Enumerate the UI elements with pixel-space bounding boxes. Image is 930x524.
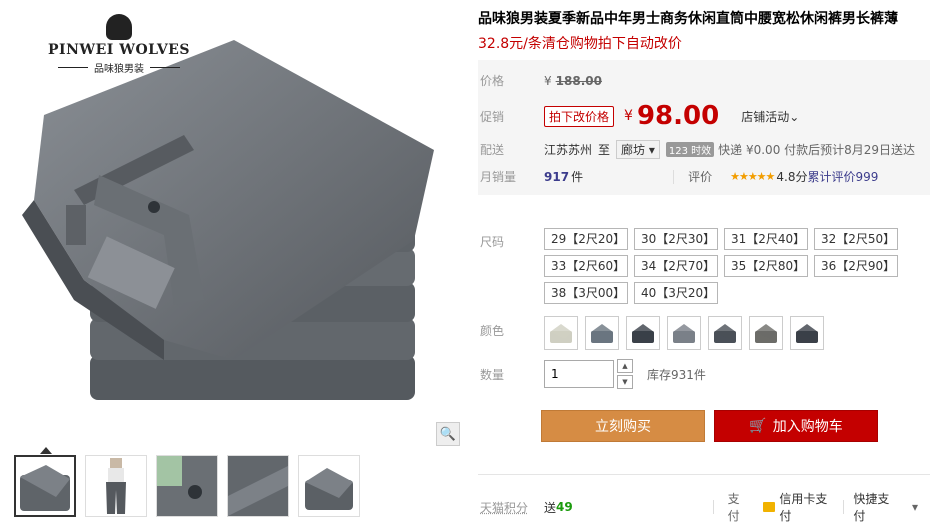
thumbnail-2[interactable] (85, 455, 147, 517)
product-title: 品味狼男装夏季新品中年男士商务休闲直筒中腰宽松休闲裤男长裤薄 (478, 11, 898, 27)
buy-now-button[interactable]: 立刻购买 (541, 410, 705, 442)
quantity-down-button[interactable]: ▼ (617, 375, 633, 389)
star-rating-icon: ★★★★★ (730, 170, 775, 183)
thumbnail-5[interactable] (298, 455, 360, 517)
pay-label: 支付 (727, 492, 740, 523)
swatch-trousers-icon (714, 324, 736, 343)
quantity-up-button[interactable]: ▲ (617, 359, 633, 373)
quantity-input[interactable] (544, 360, 614, 388)
promo-price: 98.00 (636, 101, 720, 131)
main-product-image[interactable]: PINWEI WOLVES 品味狼男装 (14, 0, 460, 443)
sales-unit: 件 (571, 170, 584, 184)
stock-count: 库存931件 (647, 367, 706, 382)
color-label-row: 颜色 (478, 322, 544, 339)
wolf-hat-icon (106, 14, 132, 40)
delivery-from: 江苏苏州 (544, 143, 593, 157)
swatch-trousers-icon (673, 324, 695, 343)
rating-score: 4.8分 (776, 170, 808, 184)
review-count-link[interactable]: 累计评价999 (808, 168, 879, 185)
original-price: 188.00 (555, 73, 602, 88)
brand-logo: PINWEI WOLVES 品味狼男装 (44, 14, 194, 75)
shop-activity-dropdown[interactable]: 店铺活动⌄ (741, 108, 799, 125)
divider (478, 474, 930, 475)
thumbnail-4[interactable] (227, 455, 289, 517)
delivery-label: 配送 (480, 143, 505, 157)
promo-tag: 拍下改价格 (544, 105, 615, 127)
chevron-down-icon: ⌄ (789, 109, 800, 124)
delivery-to-word: 至 (598, 143, 611, 157)
zoom-icon[interactable]: 🔍 (436, 422, 460, 446)
promo-yen: ¥ (624, 108, 633, 124)
size-options: 29【2尺20】 30【2尺30】 31【2尺40】 32【2尺50】 33【2尺60】… (544, 228, 914, 304)
footer-row: 天猫积分 送 49 支付 信用卡支付 快捷支付 ▾ (478, 490, 918, 524)
product-gallery: PINWEI WOLVES 品味狼男装 🔍 (0, 0, 462, 517)
sales-count: 917 (544, 169, 570, 184)
swatch-trousers-icon (755, 324, 777, 343)
swatch-trousers-icon (796, 324, 818, 343)
size-option[interactable]: 31【2尺40】 (724, 228, 808, 250)
points-label: 天猫积分 (480, 500, 529, 515)
price-panel: 价格 ¥ 188.00 促销 拍下改价格 ¥ 98.00 店铺活动⌄ 配送 江苏… (478, 60, 930, 195)
color-label: 颜色 (480, 324, 505, 338)
promo-label: 促销 (480, 109, 505, 124)
delivery-method: 快递 ¥0.00 付款后预计8月29日送达 (718, 143, 916, 157)
brand-name: PINWEI WOLVES (48, 42, 190, 58)
sales-label: 月销量 (480, 170, 517, 184)
brand-sub: 品味狼男装 (44, 60, 194, 75)
thumb-active-indicator (40, 447, 52, 454)
divider (842, 500, 844, 514)
size-label-row: 尺码 (478, 233, 544, 250)
thumbnail-strip (14, 455, 360, 517)
color-swatch[interactable] (585, 316, 619, 350)
price-row: 价格 ¥ 188.00 (478, 72, 602, 89)
old-price-yen: ¥ (544, 73, 552, 88)
color-swatch[interactable] (749, 316, 783, 350)
size-option[interactable]: 33【2尺60】 (544, 255, 628, 277)
points-value: 49 (556, 500, 573, 514)
sales-row: 月销量 917 件 评价 ★★★★★ 4.8分 累计评价999 (478, 168, 878, 185)
thumbnail-1[interactable] (14, 455, 76, 517)
delivery-row: 配送 江苏苏州 至 廊坊 ▾ 123 时效 快递 ¥0.00 付款后预计8月29… (478, 140, 915, 159)
quantity-label: 数量 (480, 368, 505, 382)
product-info: 品味狼男装夏季新品中年男士商务休闲直筒中腰宽松休闲裤男长裤薄 32.8元/条清仓… (478, 0, 930, 523)
color-swatch[interactable] (708, 316, 742, 350)
timing-badge: 123 时效 (665, 142, 715, 157)
price-label: 价格 (480, 74, 505, 88)
swatch-trousers-icon (632, 324, 654, 343)
size-option[interactable]: 36【2尺90】 (814, 255, 898, 277)
swatch-trousers-icon (591, 324, 613, 343)
quick-pay: 快捷支付 (853, 492, 890, 523)
color-swatch[interactable] (544, 316, 578, 350)
color-swatch[interactable] (667, 316, 701, 350)
color-swatch[interactable] (790, 316, 824, 350)
size-label: 尺码 (480, 235, 505, 249)
delivery-city-select[interactable]: 廊坊 ▾ (616, 140, 660, 159)
qty-label-row: 数量 (478, 366, 544, 383)
swatch-trousers-icon (550, 324, 572, 343)
caret-down-icon[interactable]: ▾ (912, 500, 918, 514)
size-option[interactable]: 40【3尺20】 (634, 282, 718, 304)
divider (712, 500, 714, 514)
points-prefix: 送 (544, 500, 557, 515)
add-to-cart-label: 加入购物车 (772, 419, 843, 435)
credit-card-pay: 信用卡支付 (779, 492, 828, 523)
size-option[interactable]: 29【2尺20】 (544, 228, 628, 250)
size-option[interactable]: 30【2尺30】 (634, 228, 718, 250)
add-to-cart-button[interactable]: 🛒 加入购物车 (714, 410, 878, 442)
color-swatch[interactable] (626, 316, 660, 350)
quantity-control: ▲ ▼ 库存931件 (544, 359, 706, 389)
credit-card-icon (762, 502, 776, 512)
thumbnail-3[interactable] (156, 455, 218, 517)
product-subtitle: 32.8元/条清仓购物拍下自动改价 (478, 36, 682, 52)
size-option[interactable]: 32【2尺50】 (814, 228, 898, 250)
size-option[interactable]: 34【2尺70】 (634, 255, 718, 277)
cart-icon: 🛒 (749, 418, 767, 434)
promo-row: 促销 拍下改价格 ¥ 98.00 店铺活动⌄ (478, 101, 799, 131)
review-label: 评价 (688, 170, 713, 184)
color-options (544, 316, 824, 350)
divider (673, 169, 675, 184)
size-option[interactable]: 38【3尺00】 (544, 282, 628, 304)
size-option[interactable]: 35【2尺80】 (724, 255, 808, 277)
